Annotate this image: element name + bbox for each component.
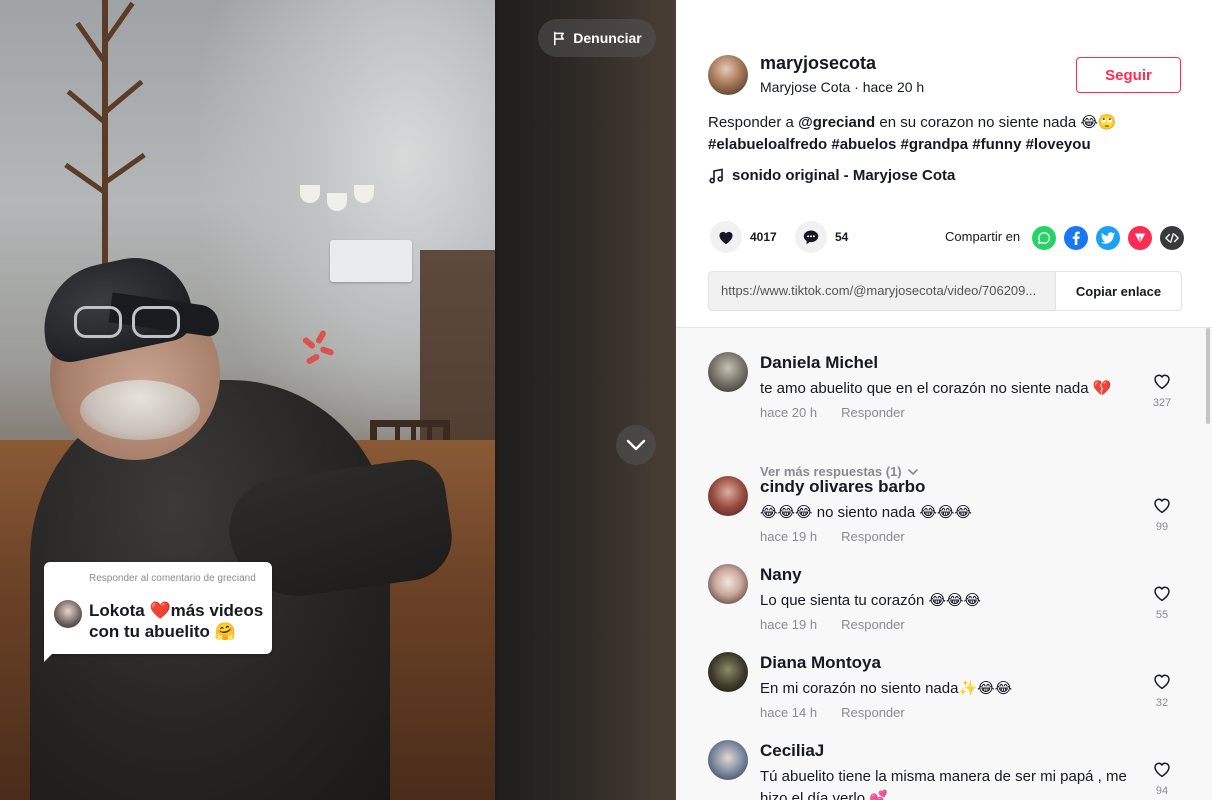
sticker-text: Lokota ❤️más videos con tu abuelito 🤗 bbox=[89, 601, 264, 641]
comment-like-count: 327 bbox=[1152, 397, 1172, 409]
comment-avatar[interactable] bbox=[708, 740, 748, 780]
comment-reply-button[interactable]: Responder bbox=[841, 705, 905, 720]
heart-outline-icon bbox=[1154, 586, 1170, 602]
comment-time: hace 19 h bbox=[760, 529, 818, 544]
comment-meta: hace 19 h Responder bbox=[760, 529, 905, 544]
sound-link[interactable]: sonido original - Maryjose Cota bbox=[708, 167, 955, 184]
comment-bubble-icon bbox=[803, 230, 819, 245]
comment-text: Tú abuelito tiene la misma manera de ser… bbox=[760, 768, 1127, 800]
report-label: Denunciar bbox=[573, 30, 642, 46]
comment-text: 😂😂😂 no siento nada 😂😂😂 bbox=[760, 504, 972, 521]
comment-like-count: 99 bbox=[1155, 521, 1169, 533]
send-icon[interactable] bbox=[1128, 226, 1152, 250]
sticker-avatar bbox=[54, 600, 82, 628]
comment-like-count: 55 bbox=[1155, 609, 1169, 621]
like-count: 4017 bbox=[750, 230, 777, 244]
comment-like-count: 32 bbox=[1155, 697, 1169, 709]
video-caption: Responder a @greciand en su corazon no s… bbox=[708, 112, 1168, 156]
comment-circle bbox=[795, 221, 827, 253]
video-flowers bbox=[300, 329, 340, 390]
video-person-glasses bbox=[70, 300, 190, 342]
comment-avatar[interactable] bbox=[708, 564, 748, 604]
video-air-conditioner bbox=[330, 240, 412, 282]
reply-comment-sticker: Responder al comentario de greciand Loko… bbox=[44, 562, 272, 662]
chevron-down-icon bbox=[907, 468, 918, 475]
comment-avatar[interactable] bbox=[708, 476, 748, 516]
comment-reply-button[interactable]: Responder bbox=[841, 405, 905, 420]
facebook-icon[interactable] bbox=[1064, 226, 1088, 250]
comment-reply-button[interactable]: Responder bbox=[841, 617, 905, 632]
comment-like-button[interactable]: 55 bbox=[1148, 584, 1176, 621]
next-video-button[interactable] bbox=[616, 425, 656, 465]
music-note-icon bbox=[709, 168, 723, 183]
sticker-header: Responder al comentario de greciand bbox=[89, 573, 256, 584]
comment-text: En mi corazón no siento nada✨😂😂 bbox=[760, 680, 1013, 697]
comment-time: hace 20 h bbox=[760, 405, 818, 420]
video-chandelier bbox=[300, 165, 374, 215]
comment-avatar[interactable] bbox=[708, 652, 748, 692]
heart-icon bbox=[719, 231, 733, 245]
comment-like-button[interactable]: 99 bbox=[1148, 496, 1176, 533]
chevron-down-icon bbox=[626, 439, 646, 451]
comment-button[interactable]: 54 bbox=[795, 221, 848, 253]
comment-username[interactable]: Nany bbox=[760, 565, 802, 585]
copy-link-box: https://www.tiktok.com/@maryjosecota/vid… bbox=[708, 271, 1182, 311]
comment-like-count: 94 bbox=[1155, 785, 1169, 797]
video-frame[interactable]: Responder al comentario de greciand Loko… bbox=[0, 0, 495, 800]
comment-time: hace 19 h bbox=[760, 617, 818, 632]
video-info-panel: maryjosecota Maryjose Cota · hace 20 h S… bbox=[676, 0, 1212, 328]
comment-meta: hace 19 h Responder bbox=[760, 617, 905, 632]
comment-like-button[interactable]: 32 bbox=[1148, 672, 1176, 709]
like-button[interactable]: 4017 bbox=[710, 221, 777, 253]
comment-text: te amo abuelito que en el corazón no sie… bbox=[760, 380, 1112, 397]
comment-like-button[interactable]: 94 bbox=[1148, 760, 1176, 797]
copy-link-button[interactable]: Copiar enlace bbox=[1055, 272, 1181, 310]
caption-prefix: Responder a bbox=[708, 114, 799, 131]
heart-outline-icon bbox=[1154, 674, 1170, 690]
comments-list[interactable]: Daniela Michel te amo abuelito que en el… bbox=[676, 328, 1212, 800]
comment-avatar[interactable] bbox=[708, 352, 748, 392]
comment-meta: hace 20 h Responder bbox=[760, 405, 905, 420]
video-side-area bbox=[495, 0, 676, 800]
author-subtitle: Maryjose Cota · hace 20 h bbox=[760, 79, 925, 95]
video-person-beard bbox=[80, 380, 200, 440]
video-link-url[interactable]: https://www.tiktok.com/@maryjosecota/vid… bbox=[721, 283, 1057, 298]
author-username[interactable]: maryjosecota bbox=[760, 53, 876, 74]
comment-username[interactable]: CeciliaJ bbox=[760, 741, 824, 761]
share-label: Compartir en bbox=[945, 229, 1021, 244]
heart-outline-icon bbox=[1154, 762, 1170, 778]
embed-icon[interactable] bbox=[1160, 226, 1184, 250]
follow-button[interactable]: Seguir bbox=[1076, 57, 1181, 93]
sound-label: sonido original - Maryjose Cota bbox=[732, 167, 956, 184]
video-player[interactable]: Responder al comentario de greciand Loko… bbox=[0, 0, 676, 800]
like-circle bbox=[710, 221, 742, 253]
comment-reply-button[interactable]: Responder bbox=[841, 529, 905, 544]
flag-icon bbox=[554, 31, 565, 45]
heart-outline-icon bbox=[1154, 498, 1170, 514]
whatsapp-icon[interactable] bbox=[1032, 226, 1056, 250]
comment-text: Lo que sienta tu corazón 😂😂😂 bbox=[760, 592, 982, 609]
comment-like-button[interactable]: 327 bbox=[1148, 372, 1176, 409]
comment-username[interactable]: cindy olivares barbo bbox=[760, 477, 925, 497]
heart-outline-icon bbox=[1154, 374, 1170, 390]
twitter-icon[interactable] bbox=[1096, 226, 1120, 250]
comment-username[interactable]: Daniela Michel bbox=[760, 353, 878, 373]
comment-time: hace 14 h bbox=[760, 705, 818, 720]
caption-text: en su corazon no siente nada 😂🙄 bbox=[875, 114, 1117, 131]
comment-count: 54 bbox=[835, 230, 849, 244]
caption-hashtags[interactable]: #elabueloalfredo #abuelos #grandpa #funn… bbox=[708, 136, 1091, 153]
comment-username[interactable]: Diana Montoya bbox=[760, 653, 881, 673]
comments-scrollbar[interactable] bbox=[1206, 328, 1210, 424]
author-avatar[interactable] bbox=[708, 55, 748, 95]
comment-meta: hace 14 h Responder bbox=[760, 705, 905, 720]
caption-mention[interactable]: @greciand bbox=[798, 114, 875, 131]
report-button[interactable]: Denunciar bbox=[538, 19, 656, 57]
